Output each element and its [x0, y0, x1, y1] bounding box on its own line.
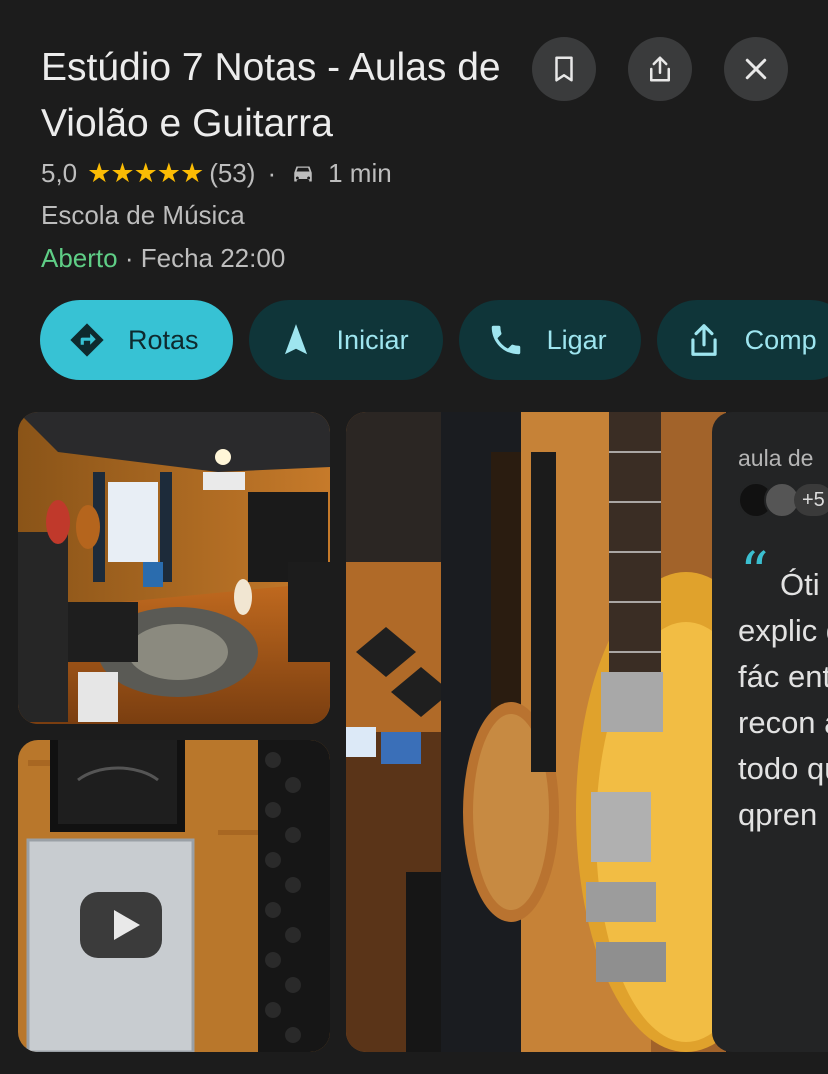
navigation-arrow-icon	[284, 324, 307, 355]
review-text: Óti méto explic de fác enten o recon a t…	[738, 567, 828, 832]
call-button[interactable]: Ligar	[458, 300, 641, 380]
start-button[interactable]: Iniciar	[248, 300, 443, 380]
start-label: Iniciar	[336, 324, 409, 355]
share-button[interactable]	[628, 37, 692, 101]
open-status: Aberto	[41, 243, 118, 273]
share-label: Comp	[744, 324, 817, 355]
reviewer-avatars: +5	[738, 482, 828, 518]
rating-stars: ★★★★★	[87, 158, 204, 188]
call-label: Ligar	[546, 324, 607, 355]
save-button[interactable]	[532, 37, 596, 101]
review-card[interactable]: aula de +5 “ Óti méto explic de fác ente…	[712, 412, 828, 1052]
share-icon	[690, 324, 717, 356]
review-count[interactable]: (53)	[209, 158, 255, 189]
bookmark-icon	[555, 56, 573, 82]
close-button[interactable]	[724, 37, 788, 101]
directions-icon	[70, 323, 104, 357]
rating-value: 5,0	[41, 158, 78, 188]
action-chips: Rotas Iniciar Ligar Comp	[40, 300, 828, 380]
closing-hours: · Fecha 22:00	[124, 243, 286, 273]
photo-youtube-plaque[interactable]	[18, 740, 330, 1052]
place-title: Estúdio 7 Notas - Aulas de Violão e Guit…	[41, 46, 501, 145]
drive-time: 1 min	[328, 158, 392, 188]
separator: ·	[267, 158, 277, 188]
rating-row: 5,0 ★★★★★ (53) · 1 min	[41, 158, 392, 189]
more-reviewers-count: +5	[794, 484, 828, 516]
directions-button[interactable]: Rotas	[40, 300, 233, 380]
photo-guitars[interactable]	[346, 412, 726, 1052]
review-title: aula de	[738, 445, 814, 471]
car-icon	[294, 166, 312, 181]
hours-row: Aberto · Fecha 22:00	[41, 243, 285, 274]
phone-icon	[491, 325, 520, 355]
close-icon	[745, 58, 767, 80]
share-icon	[650, 56, 670, 82]
directions-label: Rotas	[128, 324, 199, 355]
photo-studio-room[interactable]	[18, 412, 330, 724]
category: Escola de Música	[41, 200, 245, 230]
share-action-button[interactable]: Comp	[656, 300, 828, 380]
